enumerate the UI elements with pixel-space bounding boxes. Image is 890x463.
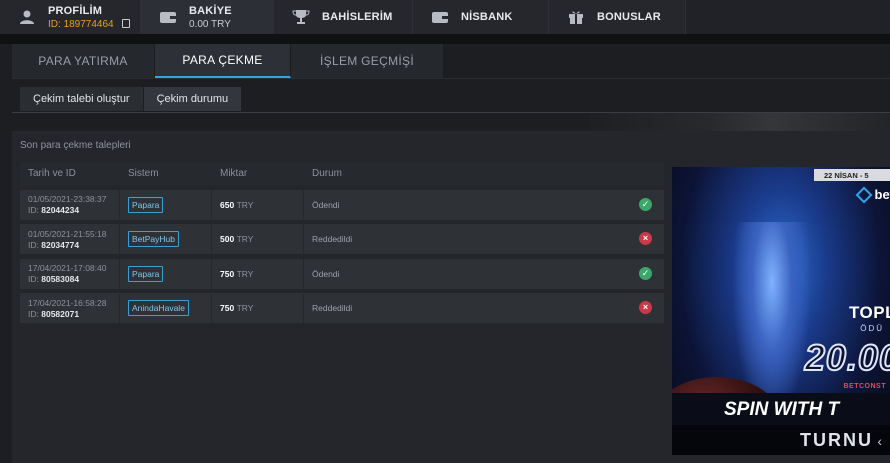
row-amount: 500 (220, 234, 235, 244)
banner-tournament-text: TURNU (672, 425, 890, 455)
banner-headline: TOPL (848, 303, 890, 322)
row-id: 82034774 (41, 239, 80, 250)
subtab-create-request[interactable]: Çekim talebi oluştur (20, 87, 143, 111)
nav-bank-title: NİSBANK (461, 11, 513, 23)
balance-value: 0.00 TRY (189, 18, 231, 30)
banner-date: 22 NİSAN - 5 (814, 169, 890, 181)
profile-id-value: 189774464 (63, 18, 114, 30)
header-system: Sistem (128, 168, 159, 179)
nav-bets-title: BAHİSLERİM (322, 11, 393, 23)
background-decoration (590, 113, 890, 131)
check-circle-icon: ✓ (639, 197, 652, 211)
header-date-id: Tarih ve ID (28, 168, 76, 179)
row-currency: TRY (236, 199, 254, 210)
system-badge: AnindaHavale (128, 300, 189, 316)
tab-withdraw[interactable]: PARA ÇEKME (155, 44, 291, 78)
row-date: 17/04/2021-17:08:40 (28, 263, 107, 273)
main-tabs: PARA YATIRMA PARA ÇEKME İŞLEM GEÇMİŞİ (12, 44, 444, 78)
row-id-label: ID: (28, 274, 39, 284)
row-status: Reddedildi (312, 234, 353, 244)
nav-bonus[interactable]: BONUSLAR (549, 0, 686, 34)
row-status: Reddedildi (312, 303, 353, 313)
header-strip (0, 34, 890, 44)
row-date: 17/04/2021-16:58:28 (28, 297, 107, 308)
row-date: 01/05/2021-21:55:18 (28, 228, 107, 239)
trophy-icon (290, 7, 312, 27)
row-amount: 650 (220, 199, 235, 210)
nav-bonus-title: BONUSLAR (597, 11, 661, 23)
table-row: 01/05/2021-23:38:37 ID: 82044234 Papara … (20, 189, 664, 220)
system-badge: BetPayHub (128, 231, 179, 247)
copy-icon[interactable] (122, 18, 131, 28)
arrow-left-icon[interactable]: ‹ (877, 433, 882, 449)
close-circle-icon: × (639, 301, 652, 314)
nav-profile-title: PROFİLİM (48, 4, 103, 17)
withdraw-table: Tarih ve ID Sistem Miktar Durum 01/05/20… (20, 162, 664, 323)
banner-prize: 20.00 (804, 336, 890, 379)
banner-brand: BETCONST (843, 383, 886, 390)
tab-deposit[interactable]: PARA YATIRMA (12, 44, 155, 78)
row-status: Ödendi (312, 199, 340, 210)
nav-profile[interactable]: PROFİLİM ID: 189774464 (0, 0, 141, 34)
nav-balance-title: BAKİYE (189, 4, 232, 17)
close-circle-icon: × (639, 232, 652, 245)
row-id-label: ID: (28, 205, 39, 215)
row-currency: TRY (236, 268, 254, 279)
logo-icon (855, 186, 872, 203)
table-header: Tarih ve ID Sistem Miktar Durum (20, 162, 664, 185)
header-status: Durum (312, 168, 343, 179)
nav-bets[interactable]: BAHİSLERİM (274, 0, 413, 34)
row-currency: TRY (236, 303, 254, 313)
banner-logo: bet (855, 186, 890, 203)
wallet-card-icon (429, 7, 451, 27)
nav-balance[interactable]: BAKİYE 0.00 TRY (141, 0, 274, 34)
row-date: 01/05/2021-23:38:37 (28, 194, 107, 204)
system-badge: Papara (128, 265, 164, 282)
sub-tabs: Çekim talebi oluştur Çekim durumu (20, 87, 242, 111)
banner-logo-text: bet (874, 187, 890, 202)
nav-bank[interactable]: NİSBANK (413, 0, 549, 34)
promo-banner[interactable]: 22 NİSAN - 5 bet TOPL ÖDÜ 20.00 BETCONST… (672, 167, 890, 455)
top-navigation: PROFİLİM ID: 189774464 BAKİYE 0.00 TRY B… (0, 0, 890, 34)
user-icon (16, 7, 38, 27)
subtab-withdraw-status[interactable]: Çekim durumu (143, 87, 242, 111)
check-circle-icon: ✓ (639, 266, 652, 280)
row-id: 80583084 (41, 274, 80, 284)
banner-subline: ÖDÜ (860, 324, 884, 333)
row-amount: 750 (220, 268, 235, 279)
profile-id-label: ID: (48, 18, 61, 30)
system-badge: Papara (128, 196, 164, 213)
row-amount: 750 (220, 303, 235, 313)
banner-spin-text: SPIN WITH T (672, 393, 890, 427)
row-currency: TRY (236, 234, 254, 244)
tabs-divider (12, 78, 890, 79)
wallet-icon (157, 7, 179, 27)
table-row: 01/05/2021-21:55:18 ID: 82034774 BetPayH… (20, 224, 664, 254)
row-id-label: ID: (28, 239, 39, 250)
row-id: 82044234 (41, 205, 80, 215)
section-title: Son para çekme talepleri (20, 140, 131, 151)
table-row: 17/04/2021-17:08:40 ID: 80583084 Papara … (20, 258, 664, 289)
gift-icon (565, 7, 587, 27)
tab-history[interactable]: İŞLEM GEÇMİŞİ (291, 44, 444, 78)
row-id: 80582071 (41, 308, 80, 319)
header-amount: Miktar (220, 168, 248, 179)
row-id-label: ID: (28, 308, 39, 319)
table-row: 17/04/2021-16:58:28 ID: 80582071 AnindaH… (20, 293, 664, 323)
row-status: Ödendi (312, 268, 340, 279)
